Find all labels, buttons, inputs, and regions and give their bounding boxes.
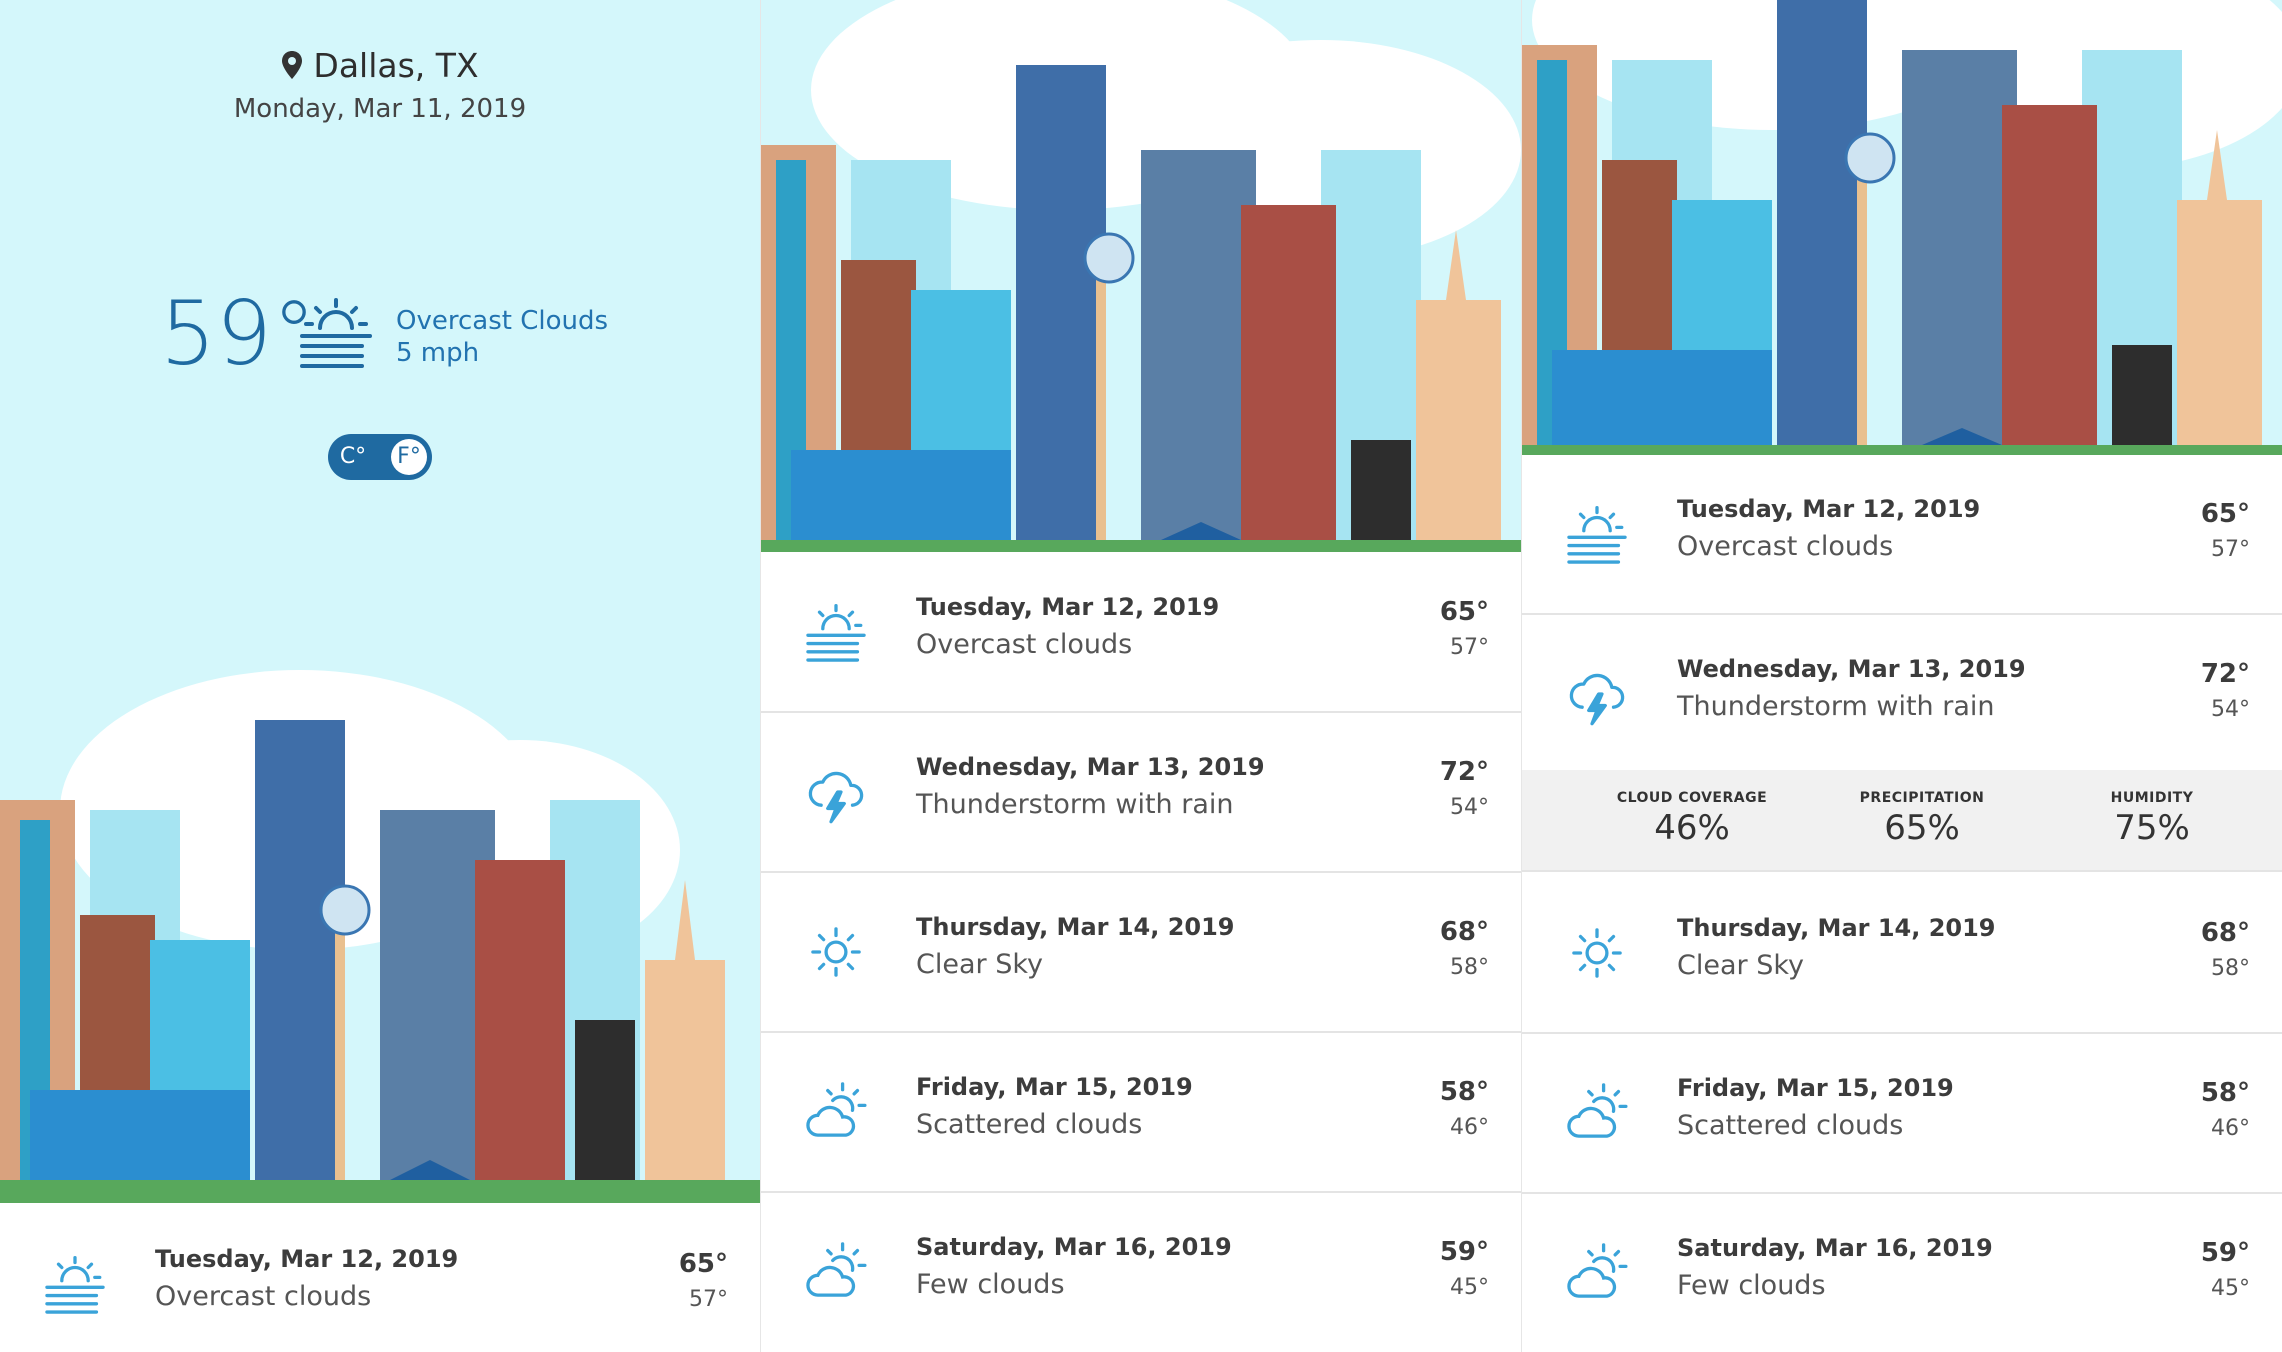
sun-icon: [1564, 920, 1630, 986]
fahrenheit-option[interactable]: F°: [391, 439, 427, 475]
forecast-high: 65°: [2200, 499, 2250, 529]
forecast-high: 72°: [1439, 757, 1489, 787]
partly-cloudy-icon: [1564, 1240, 1630, 1306]
forecast-condition: Overcast clouds: [155, 1281, 372, 1312]
cloud-coverage-stat: CLOUD COVERAGE 46%: [1592, 790, 1792, 848]
forecast-condition: Clear Sky: [916, 949, 1043, 980]
forecast-condition: Thunderstorm with rain: [1677, 691, 1995, 722]
thunderstorm-icon: [803, 759, 869, 825]
current-wind: 5 mph: [396, 338, 480, 368]
overcast-cloud-icon: [42, 1251, 108, 1317]
forecast-low: 58°: [1450, 955, 1489, 980]
forecast-condition: Thunderstorm with rain: [916, 789, 1234, 820]
precipitation-value: 65%: [1884, 808, 1960, 848]
forecast-low: 45°: [1450, 1275, 1489, 1300]
forecast-high: 59°: [2200, 1238, 2250, 1268]
forecast-condition: Scattered clouds: [1677, 1110, 1904, 1141]
forecast-row[interactable]: Tuesday, Mar 12, 2019 Overcast clouds 65…: [1522, 455, 2282, 615]
forecast-row[interactable]: Tuesday, Mar 12, 2019 Overcast clouds 65…: [0, 1205, 760, 1352]
forecast-row[interactable]: Thursday, Mar 14, 2019 Clear Sky 68° 58°: [1522, 874, 2282, 1034]
dallas-skyline-illustration: [0, 670, 760, 1203]
partly-cloudy-icon: [803, 1239, 869, 1305]
partly-cloudy-icon: [803, 1079, 869, 1145]
sun-icon: [803, 919, 869, 985]
forecast-high: 65°: [678, 1249, 728, 1279]
forecast-high: 72°: [2200, 659, 2250, 689]
forecast-details-panel: CLOUD COVERAGE 46% PRECIPITATION 65% HUM…: [1522, 770, 2282, 872]
forecast-day: Wednesday, Mar 13, 2019: [1677, 655, 2026, 683]
forecast-low: 45°: [2211, 1276, 2250, 1301]
celsius-option[interactable]: C°: [336, 440, 370, 474]
forecast-high: 59°: [1439, 1237, 1489, 1267]
current-date: Monday, Mar 11, 2019: [233, 94, 527, 124]
current-weather-hero: Dallas, TX Monday, Mar 11, 2019 59° Over…: [0, 0, 760, 1203]
forecast-condition: Scattered clouds: [916, 1109, 1143, 1140]
forecast-low: 46°: [2211, 1116, 2250, 1141]
forecast-row[interactable]: Wednesday, Mar 13, 2019 Thunderstorm wit…: [761, 713, 1521, 873]
unit-toggle[interactable]: C° F°: [328, 434, 432, 480]
overcast-cloud-icon: [296, 292, 376, 376]
forecast-low: 54°: [1450, 795, 1489, 820]
forecast-day: Saturday, Mar 16, 2019: [1677, 1234, 1993, 1262]
location-pin-icon: [281, 48, 303, 87]
humidity-value: 75%: [2114, 808, 2190, 848]
home-screen: Dallas, TX Monday, Mar 11, 2019 59° Over…: [0, 0, 760, 1352]
cloud-coverage-label: CLOUD COVERAGE: [1616, 790, 1768, 806]
forecast-detail-screen: Tuesday, Mar 12, 2019 Overcast clouds 65…: [1522, 0, 2282, 1352]
forecast-high: 68°: [2200, 918, 2250, 948]
forecast-day: Thursday, Mar 14, 2019: [1677, 914, 1996, 942]
partly-cloudy-icon: [1564, 1080, 1630, 1146]
forecast-condition: Few clouds: [1677, 1270, 1826, 1301]
forecast-low: 57°: [689, 1287, 728, 1312]
forecast-high: 58°: [2200, 1078, 2250, 1108]
forecast-low: 54°: [2211, 697, 2250, 722]
cloud-coverage-value: 46%: [1654, 808, 1730, 848]
precipitation-label: PRECIPITATION: [1859, 790, 1985, 806]
location-header: Dallas, TX: [0, 46, 760, 87]
forecast-condition: Overcast clouds: [1677, 531, 1894, 562]
forecast-row[interactable]: Friday, Mar 15, 2019 Scattered clouds 58…: [1522, 1034, 2282, 1194]
precipitation-stat: PRECIPITATION 65%: [1822, 790, 2022, 848]
overcast-cloud-icon: [803, 599, 869, 665]
current-condition: Overcast Clouds: [396, 306, 609, 336]
forecast-day: Tuesday, Mar 12, 2019: [916, 593, 1220, 621]
dallas-skyline-illustration: [761, 0, 1521, 552]
dallas-skyline-illustration: [1522, 0, 2282, 455]
forecast-condition: Few clouds: [916, 1269, 1065, 1300]
forecast-list-screen: Tuesday, Mar 12, 2019 Overcast clouds 65…: [761, 0, 1521, 1352]
forecast-condition: Overcast clouds: [916, 629, 1133, 660]
forecast-row-expanded[interactable]: Wednesday, Mar 13, 2019 Thunderstorm wit…: [1522, 615, 2282, 770]
forecast-row[interactable]: Saturday, Mar 16, 2019 Few clouds 59° 45…: [1522, 1194, 2282, 1352]
forecast-day: Friday, Mar 15, 2019: [916, 1073, 1193, 1101]
forecast-row[interactable]: Friday, Mar 15, 2019 Scattered clouds 58…: [761, 1033, 1521, 1193]
overcast-cloud-icon: [1564, 501, 1630, 567]
forecast-high: 68°: [1439, 917, 1489, 947]
forecast-row[interactable]: Saturday, Mar 16, 2019 Few clouds 59° 45…: [761, 1193, 1521, 1351]
forecast-day: Thursday, Mar 14, 2019: [916, 913, 1235, 941]
forecast-high: 58°: [1439, 1077, 1489, 1107]
forecast-day: Wednesday, Mar 13, 2019: [916, 753, 1265, 781]
thunderstorm-icon: [1564, 661, 1630, 727]
forecast-day: Tuesday, Mar 12, 2019: [1677, 495, 1981, 523]
forecast-low: 58°: [2211, 956, 2250, 981]
forecast-high: 65°: [1439, 597, 1489, 627]
forecast-low: 57°: [2211, 537, 2250, 562]
forecast-low: 46°: [1450, 1115, 1489, 1140]
forecast-day: Saturday, Mar 16, 2019: [916, 1233, 1232, 1261]
forecast-low: 57°: [1450, 635, 1489, 660]
humidity-label: HUMIDITY: [2110, 790, 2194, 806]
current-description: Overcast Clouds 5 mph: [396, 305, 608, 369]
location-name: Dallas, TX: [313, 46, 479, 85]
forecast-row[interactable]: Tuesday, Mar 12, 2019 Overcast clouds 65…: [761, 553, 1521, 713]
forecast-row[interactable]: Thursday, Mar 14, 2019 Clear Sky 68° 58°: [761, 873, 1521, 1033]
current-temperature: 59°: [160, 282, 316, 385]
forecast-day: Tuesday, Mar 12, 2019: [155, 1245, 459, 1273]
forecast-condition: Clear Sky: [1677, 950, 1804, 981]
humidity-stat: HUMIDITY 75%: [2052, 790, 2252, 848]
forecast-day: Friday, Mar 15, 2019: [1677, 1074, 1954, 1102]
